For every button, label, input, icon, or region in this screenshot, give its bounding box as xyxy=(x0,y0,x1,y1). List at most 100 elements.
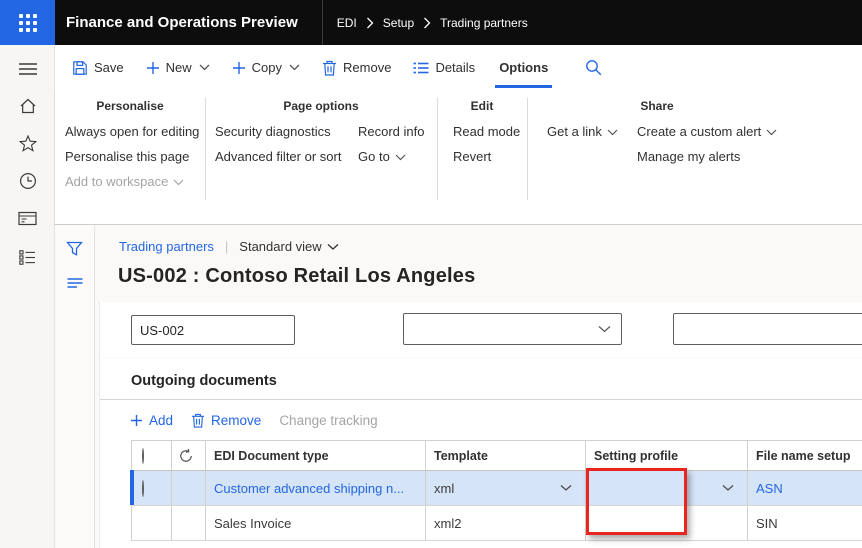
new-button[interactable]: New xyxy=(135,45,221,90)
grid-row-1[interactable]: Customer advanced shipping n... xml ASN xyxy=(132,471,862,506)
header-field-partial[interactable] xyxy=(673,313,862,345)
edi-document-type-cell[interactable]: Customer advanced shipping n... xyxy=(206,471,426,506)
top-app-bar: Finance and Operations Preview EDI Setup… xyxy=(0,0,862,45)
file-name-setup-cell[interactable]: ASN xyxy=(748,471,862,506)
plus-icon xyxy=(130,414,143,427)
row-refresh-cell xyxy=(172,471,206,506)
view-selector[interactable]: Standard view xyxy=(239,239,338,254)
view-header: Trading partners | Standard view xyxy=(119,239,339,254)
navigation-rail xyxy=(0,45,55,548)
trading-partners-link[interactable]: Trading partners xyxy=(119,239,214,254)
details-list-icon xyxy=(413,62,429,74)
section-rule xyxy=(100,399,862,400)
copy-label: Copy xyxy=(252,60,282,75)
chevron-down-icon[interactable] xyxy=(560,484,572,492)
header-template[interactable]: Template xyxy=(426,441,586,471)
row-select-cell[interactable] xyxy=(132,506,172,541)
row-selection-bar xyxy=(130,470,134,505)
setting-profile-cell[interactable] xyxy=(586,506,748,541)
filter-funnel-icon[interactable] xyxy=(55,238,94,260)
task-list-icon[interactable] xyxy=(55,272,94,294)
chevron-down-icon[interactable] xyxy=(722,484,734,492)
partner-id-input[interactable] xyxy=(131,315,295,345)
recent-clock-icon[interactable] xyxy=(0,168,55,194)
remove-row-button[interactable]: Remove xyxy=(191,413,261,428)
add-to-workspace-item[interactable]: Add to workspace xyxy=(65,169,184,194)
refresh-header[interactable] xyxy=(172,441,206,471)
grid-header-row: EDI Document type Template Setting profi… xyxy=(132,441,862,471)
template-cell[interactable]: xml xyxy=(426,471,586,506)
workspaces-icon[interactable] xyxy=(0,205,55,231)
app-window: Finance and Operations Preview EDI Setup… xyxy=(0,0,862,548)
plus-icon xyxy=(146,61,160,75)
group-label-share: Share xyxy=(527,99,787,113)
copy-button[interactable]: Copy xyxy=(221,45,311,90)
chevron-down-icon xyxy=(607,129,618,136)
waffle-icon xyxy=(19,14,37,32)
header-file-name-setup[interactable]: File name setup xyxy=(748,441,862,471)
search-button[interactable] xyxy=(571,45,616,90)
revert-item[interactable]: Revert xyxy=(453,144,491,169)
go-to-item[interactable]: Go to xyxy=(358,144,406,169)
security-diagnostics-item[interactable]: Security diagnostics xyxy=(215,119,331,144)
always-open-for-editing-item[interactable]: Always open for editing xyxy=(65,119,199,144)
row-refresh-cell xyxy=(172,506,206,541)
breadcrumb-setup[interactable]: Setup xyxy=(383,16,414,30)
breadcrumb-edi[interactable]: EDI xyxy=(337,16,357,30)
page-content: Trading partners | Standard view US-002 … xyxy=(55,225,862,548)
file-name-setup-cell[interactable]: SIN xyxy=(748,506,862,541)
search-icon xyxy=(585,59,602,76)
trash-icon xyxy=(322,60,337,76)
action-bar: Save New Copy Remove Details xyxy=(55,45,862,90)
get-a-link-item[interactable]: Get a link xyxy=(547,119,618,144)
edi-document-type-cell[interactable]: Sales Invoice xyxy=(206,506,426,541)
record-info-item[interactable]: Record info xyxy=(358,119,424,144)
grid-row-2[interactable]: Sales Invoice xml2 SIN xyxy=(132,506,862,541)
advanced-filter-or-sort-item[interactable]: Advanced filter or sort xyxy=(215,144,341,169)
remove-button[interactable]: Remove xyxy=(311,45,402,90)
plus-icon xyxy=(232,61,246,75)
page-title: US-002 : Contoso Retail Los Angeles xyxy=(118,265,475,288)
group-label-edit: Edit xyxy=(437,99,527,113)
header-dropdown[interactable] xyxy=(403,313,622,345)
row-radio[interactable] xyxy=(142,480,144,497)
options-flyout: Personalise Always open for editing Pers… xyxy=(55,90,862,225)
save-floppy-icon xyxy=(72,60,88,76)
remove-label: Remove xyxy=(343,60,391,75)
select-all-header[interactable] xyxy=(132,441,172,471)
chevron-right-icon xyxy=(423,17,431,29)
personalise-this-page-item[interactable]: Personalise this page xyxy=(65,144,189,169)
header-setting-profile[interactable]: Setting profile xyxy=(586,441,748,471)
group-divider xyxy=(527,98,528,200)
chevron-down-icon xyxy=(598,325,611,333)
chevron-right-icon xyxy=(366,17,374,29)
chevron-down-icon xyxy=(395,154,406,161)
template-cell[interactable]: xml2 xyxy=(426,506,586,541)
breadcrumb-trading-partners[interactable]: Trading partners xyxy=(440,16,528,30)
home-icon[interactable] xyxy=(0,93,55,119)
new-label: New xyxy=(166,60,192,75)
hamburger-menu-icon[interactable] xyxy=(0,56,55,82)
product-title: Finance and Operations Preview xyxy=(55,14,322,31)
group-label-personalise: Personalise xyxy=(55,99,205,113)
row-select-cell[interactable] xyxy=(132,471,172,506)
options-label: Options xyxy=(499,60,548,75)
save-button[interactable]: Save xyxy=(61,45,135,90)
setting-profile-cell[interactable] xyxy=(586,471,748,506)
section-heading: Outgoing documents xyxy=(131,373,277,389)
favorites-star-icon[interactable] xyxy=(0,130,55,156)
modules-list-icon[interactable] xyxy=(0,244,55,270)
select-all-radio[interactable] xyxy=(142,448,144,464)
pipe-separator: | xyxy=(225,239,228,254)
options-tab[interactable]: Options xyxy=(486,45,561,90)
change-tracking-button[interactable]: Change tracking xyxy=(279,413,377,428)
chevron-down-icon xyxy=(327,243,339,251)
add-button[interactable]: Add xyxy=(130,413,173,428)
chevron-down-icon xyxy=(289,64,300,71)
create-a-custom-alert-item[interactable]: Create a custom alert xyxy=(637,119,777,144)
app-launcher-button[interactable] xyxy=(0,0,55,45)
details-button[interactable]: Details xyxy=(402,45,486,90)
header-edi-document-type[interactable]: EDI Document type xyxy=(206,441,426,471)
read-mode-item[interactable]: Read mode xyxy=(453,119,520,144)
manage-my-alerts-item[interactable]: Manage my alerts xyxy=(637,144,740,169)
